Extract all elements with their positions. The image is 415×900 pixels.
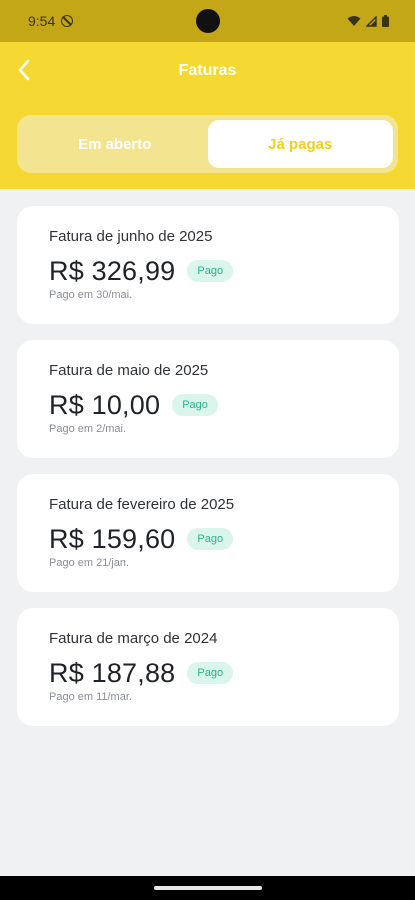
invoice-card[interactable]: Fatura de junho de 2025 R$ 326,99 Pago P… [17,206,399,324]
paid-date: Pago em 21/jan. [49,557,130,569]
do-not-disturb-icon [61,15,74,27]
status-right [347,15,389,27]
status-badge: Pago [187,662,234,684]
invoice-amount: R$ 10,00 [49,389,161,420]
tab-open[interactable]: Em aberto [22,120,208,168]
tab-paid[interactable]: Já pagas [207,120,393,168]
status-time: 9:54 [28,13,56,29]
invoice-tabs: Em aberto Já pagas [17,115,398,173]
paid-date: Pago em 30/mai. [49,289,133,301]
signal-icon [366,15,377,27]
invoice-amount: R$ 159,60 [49,523,176,554]
paid-date: Pago em 11/mar. [49,691,132,703]
home-indicator[interactable] [154,886,262,890]
amount-row: R$ 187,88 Pago [49,657,367,689]
amount-row: R$ 326,99 Pago [49,255,367,287]
status-badge: Pago [187,528,234,550]
wifi-icon [347,16,361,26]
invoice-title: Fatura de junho de 2025 [49,228,213,245]
invoice-amount: R$ 326,99 [49,255,176,286]
invoice-title: Fatura de março de 2024 [49,630,218,647]
invoice-card[interactable]: Fatura de março de 2024 R$ 187,88 Pago P… [17,608,399,726]
paid-date: Pago em 2/mai. [49,423,127,435]
battery-icon [382,15,389,27]
front-camera [196,9,220,33]
status-badge: Pago [172,394,218,416]
amount-row: R$ 159,60 Pago [49,523,367,555]
navigation-bar [0,876,415,900]
invoice-list: Fatura de junho de 2025 R$ 326,99 Pago P… [17,206,399,742]
invoice-card[interactable]: Fatura de maio de 2025 R$ 10,00 Pago Pag… [17,340,399,458]
app-header: Faturas Em aberto Já pagas [0,42,415,189]
invoice-title: Fatura de fevereiro de 2025 [49,496,235,513]
invoice-amount: R$ 187,88 [49,657,176,688]
status-badge: Pago [187,260,234,282]
amount-row: R$ 10,00 Pago [49,389,367,421]
invoice-title: Fatura de maio de 2025 [49,362,209,379]
status-left: 9:54 [28,13,74,29]
invoice-card[interactable]: Fatura de fevereiro de 2025 R$ 159,60 Pa… [17,474,399,592]
page-title: Faturas [178,62,237,79]
